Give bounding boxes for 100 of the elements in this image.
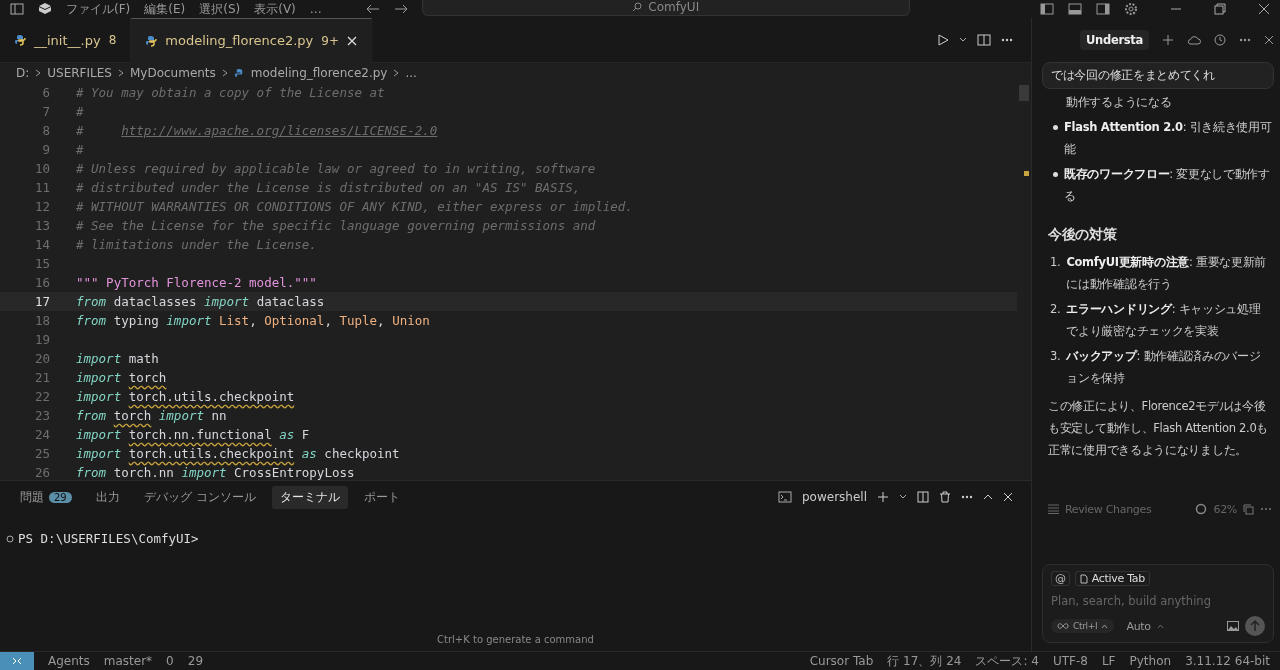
- plus-icon[interactable]: [1162, 34, 1174, 46]
- back-arrow-icon[interactable]: [365, 4, 380, 14]
- menu-item[interactable]: 選択(S): [199, 0, 241, 18]
- split-terminal-icon[interactable]: [917, 491, 929, 503]
- status-item[interactable]: UTF-8: [1052, 654, 1088, 668]
- code-token: """ PyTorch Florence-2 model.""": [76, 275, 317, 290]
- chevron-right-icon: [221, 69, 228, 77]
- code-token: import: [166, 313, 212, 328]
- code-token: import: [203, 294, 250, 309]
- line-number: 12: [33, 199, 50, 214]
- menu-item[interactable]: …: [309, 2, 322, 16]
- code-token: from: [76, 313, 107, 328]
- list-item-text: ComfyUI更新時の注意: 重要な更新前には動作確認を行う: [1066, 254, 1268, 293]
- line-number: 25: [33, 446, 50, 461]
- sidebar-toggle-icon[interactable]: [10, 3, 24, 15]
- close-icon[interactable]: [1264, 35, 1274, 45]
- plus-icon[interactable]: [877, 491, 889, 503]
- chevron-up-icon[interactable]: [983, 494, 993, 500]
- code-token: Optional: [264, 313, 325, 328]
- status-item[interactable]: Agents: [48, 654, 90, 668]
- breadcrumb-item[interactable]: MyDocuments: [129, 66, 216, 80]
- chat-input-field[interactable]: Plan, search, build anything: [1051, 592, 1265, 610]
- status-item[interactable]: スペース: 4: [975, 652, 1039, 670]
- search-icon: [632, 1, 643, 12]
- caret-icon[interactable]: [959, 37, 967, 43]
- code-token: nn: [210, 408, 227, 423]
- breadcrumb-item[interactable]: D:: [16, 66, 30, 80]
- code-token: torch.utils.checkpoint: [128, 446, 295, 461]
- close-icon[interactable]: [1258, 3, 1270, 15]
- context-chip[interactable]: Active Tab: [1074, 571, 1150, 586]
- mode-selector[interactable]: Ctrl+I: [1051, 619, 1115, 633]
- chevron-right-icon: [35, 69, 42, 77]
- shell-name[interactable]: powershell: [802, 490, 867, 504]
- breadcrumb-item[interactable]: modeling_florence2.py: [250, 66, 388, 80]
- line-number: 18: [33, 313, 50, 328]
- cube-logo-icon: [38, 3, 52, 15]
- status-item[interactable]: Python: [1129, 654, 1172, 668]
- python-file-icon: [14, 34, 26, 46]
- status-item[interactable]: 29: [187, 654, 204, 668]
- line-number: 11: [33, 180, 50, 195]
- settings-icon[interactable]: [1124, 2, 1138, 16]
- panel-tab[interactable]: デバッグ コンソール: [135, 485, 264, 509]
- status-item[interactable]: 3.11.12 64-bit: [1185, 654, 1270, 668]
- more-icon[interactable]: [961, 495, 973, 499]
- status-item[interactable]: Cursor Tab: [809, 654, 874, 668]
- code-token: from: [76, 408, 108, 423]
- caret-up-icon: [1101, 623, 1109, 629]
- model-selector[interactable]: Auto: [1126, 619, 1151, 633]
- line-number: 17: [33, 294, 50, 309]
- code-token: ,: [249, 313, 258, 328]
- breadcrumb-item[interactable]: USERFILES: [47, 66, 112, 80]
- copy-icon[interactable]: [1243, 503, 1254, 515]
- split-editor-icon[interactable]: [977, 34, 991, 46]
- code-token: # WITHOUT WARRANTIES OR CONDITIONS OF ANY KIND, either express or implied.: [76, 199, 633, 214]
- more-icon[interactable]: [1239, 38, 1251, 42]
- code-token: torch.utils.checkpoint: [128, 389, 295, 404]
- code-token: from: [76, 465, 108, 480]
- section-heading: 今後の対策: [1048, 225, 1118, 244]
- run-icon[interactable]: [937, 34, 949, 46]
- history-icon[interactable]: [1214, 34, 1226, 46]
- more-icon[interactable]: [1001, 38, 1013, 42]
- progress-ring-icon: [1195, 503, 1208, 515]
- forward-arrow-icon[interactable]: [393, 4, 408, 14]
- command-search-field[interactable]: ComfyUI: [421, 0, 910, 16]
- menu-item[interactable]: ファイル(F): [66, 0, 131, 18]
- panel-tab[interactable]: 問題 29: [12, 485, 80, 509]
- code-token: import: [157, 408, 204, 423]
- panel-tab[interactable]: ポート: [355, 485, 408, 509]
- menu-item[interactable]: 編集(E): [144, 0, 186, 18]
- chat-tab[interactable]: Understa: [1080, 30, 1149, 50]
- list-icon: [1048, 504, 1059, 514]
- trash-icon[interactable]: [939, 491, 951, 503]
- layout-icon[interactable]: [1068, 3, 1082, 15]
- problem-count: 8: [108, 33, 117, 47]
- mention-button[interactable]: @: [1051, 571, 1070, 586]
- status-item[interactable]: 行 17、列 24: [887, 652, 962, 670]
- chat-input-box[interactable]: @ Active Tab Plan, search, build anything Ctrl+I Auto: [1042, 564, 1274, 643]
- editor-tab[interactable]: modeling_florence2.py 9+: [131, 17, 372, 63]
- panel-tab[interactable]: ターミナル: [271, 485, 348, 509]
- caret-up-icon[interactable]: [1156, 623, 1164, 629]
- restore-icon[interactable]: [1214, 3, 1226, 15]
- panel-tab[interactable]: 出力: [87, 485, 128, 509]
- menu-item[interactable]: 表示(V): [254, 0, 296, 18]
- code-token: dataclass: [255, 294, 325, 309]
- user-message: では今回の修正をまとめてくれ: [1042, 62, 1274, 89]
- image-icon[interactable]: [1227, 621, 1239, 631]
- layout-icon[interactable]: [1040, 3, 1054, 15]
- caret-icon[interactable]: [899, 494, 907, 500]
- breadcrumb-item[interactable]: ...: [405, 66, 417, 80]
- tab-label: modeling_florence2.py: [165, 33, 314, 48]
- status-item[interactable]: 0: [166, 654, 174, 668]
- layout-icon[interactable]: [1096, 3, 1110, 15]
- close-icon[interactable]: [1003, 492, 1013, 502]
- code-token: Tuple: [339, 313, 378, 328]
- tab-label: ターミナル: [279, 488, 340, 506]
- line-number: 19: [33, 332, 50, 347]
- status-item[interactable]: LF: [1101, 654, 1116, 668]
- remote-icon: [12, 657, 22, 665]
- status-item[interactable]: master*: [103, 654, 153, 668]
- cloud-icon[interactable]: [1187, 35, 1201, 45]
